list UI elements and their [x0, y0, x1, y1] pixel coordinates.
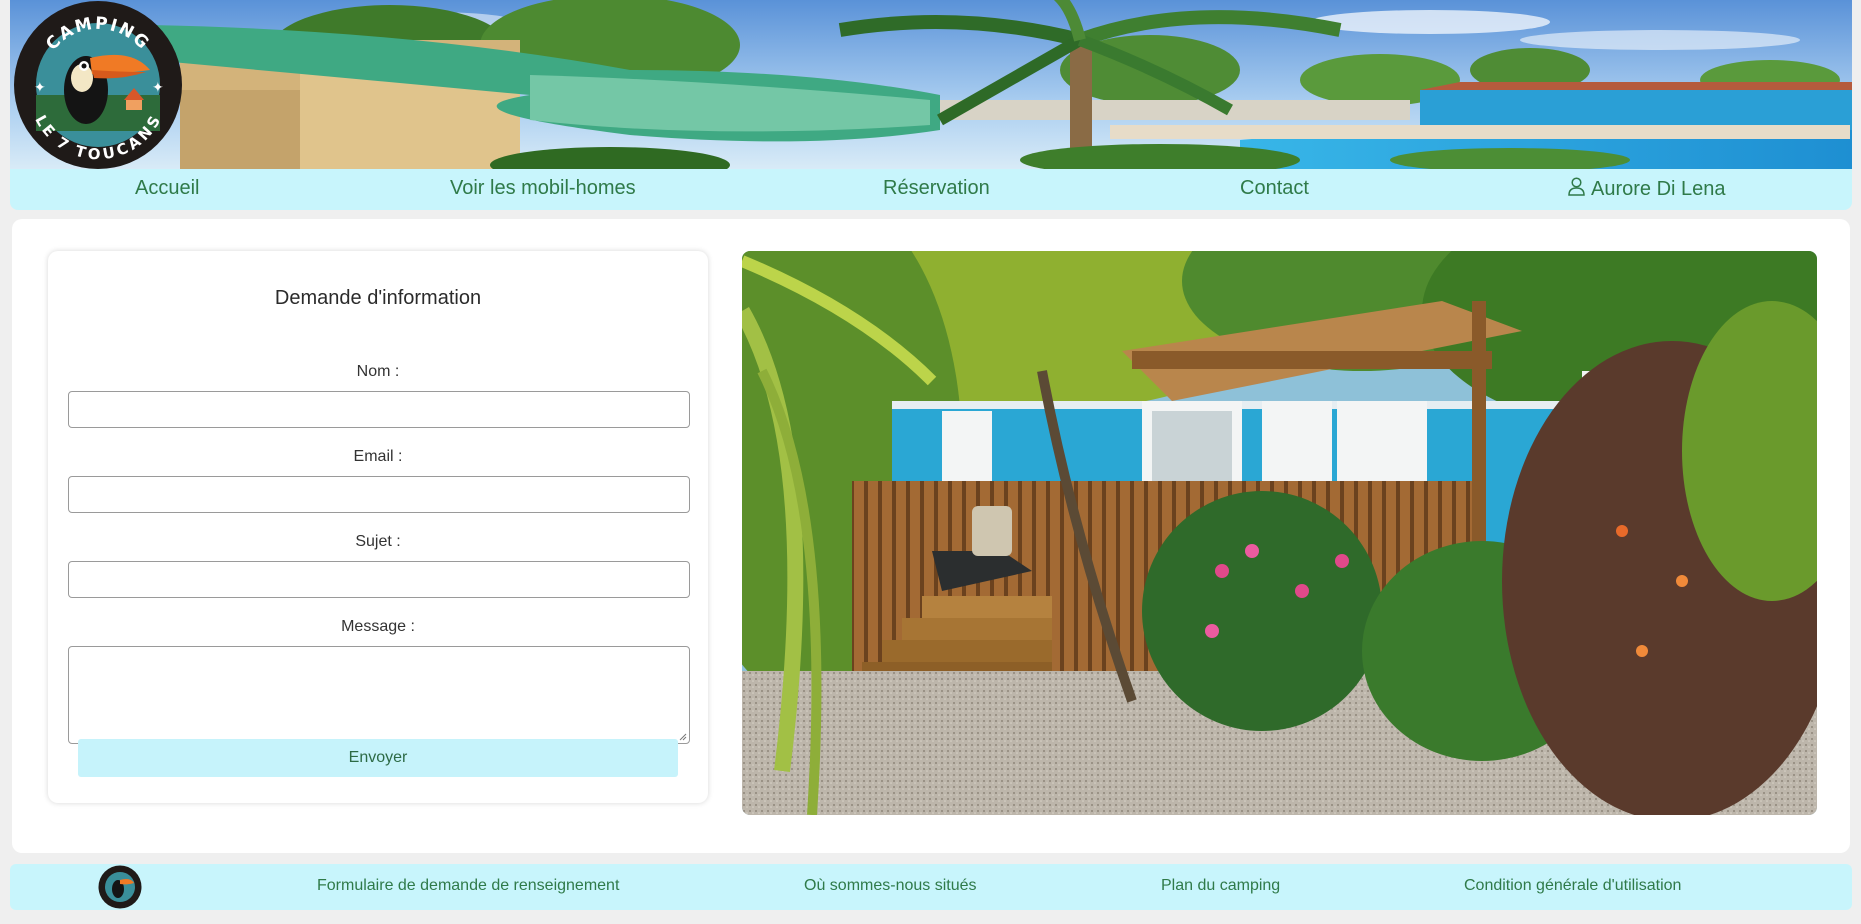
user-icon: [1568, 177, 1585, 202]
site-footer: Formulaire de demande de renseignement O…: [10, 864, 1852, 910]
nav-user-account[interactable]: Aurore Di Lena: [1568, 177, 1726, 202]
form-title: Demande d'information: [274, 287, 482, 309]
footer-camping-logo[interactable]: [98, 865, 142, 909]
email-input[interactable]: [68, 476, 690, 513]
main-content: Demande d'information Nom : Email : Suje…: [12, 219, 1850, 853]
information-request-form: Demande d'information Nom : Email : Suje…: [48, 251, 708, 803]
message-label: Message :: [341, 618, 415, 635]
header-banner-image: [10, 0, 1852, 169]
nom-label: Nom :: [356, 363, 400, 380]
footer-link-plan-camping[interactable]: Plan du camping: [1161, 877, 1280, 895]
nav-accueil[interactable]: Accueil: [135, 177, 199, 200]
footer-link-renseignement[interactable]: Formulaire de demande de renseignement: [317, 877, 619, 895]
email-label: Email :: [353, 448, 403, 465]
nom-input[interactable]: [68, 391, 690, 428]
nav-contact[interactable]: Contact: [1240, 177, 1309, 200]
resize-grip-icon[interactable]: [679, 733, 687, 741]
mobil-home-photo: [742, 251, 1817, 815]
main-navigation: Accueil Voir les mobil-homes Réservation…: [10, 169, 1852, 210]
nav-reservation[interactable]: Réservation: [883, 177, 990, 200]
camping-logo[interactable]: ✦ ✦ CAMPING LE 7 TOUCANS: [12, 0, 184, 170]
nav-voir-mobil-homes[interactable]: Voir les mobil-homes: [450, 177, 636, 200]
footer-link-localisation[interactable]: Où sommes-nous situés: [804, 877, 977, 895]
sujet-label: Sujet :: [355, 533, 401, 550]
sujet-input[interactable]: [68, 561, 690, 598]
send-button[interactable]: Envoyer: [78, 739, 678, 777]
message-textarea[interactable]: [68, 646, 690, 744]
footer-link-cgu[interactable]: Condition générale d'utilisation: [1464, 877, 1681, 895]
svg-text:✦: ✦: [34, 80, 46, 96]
site-header: ✦ ✦ CAMPING LE 7 TOUCANS Accueil Voir le…: [10, 0, 1852, 210]
svg-text:✦: ✦: [152, 80, 164, 96]
user-name: Aurore Di Lena: [1591, 178, 1726, 200]
